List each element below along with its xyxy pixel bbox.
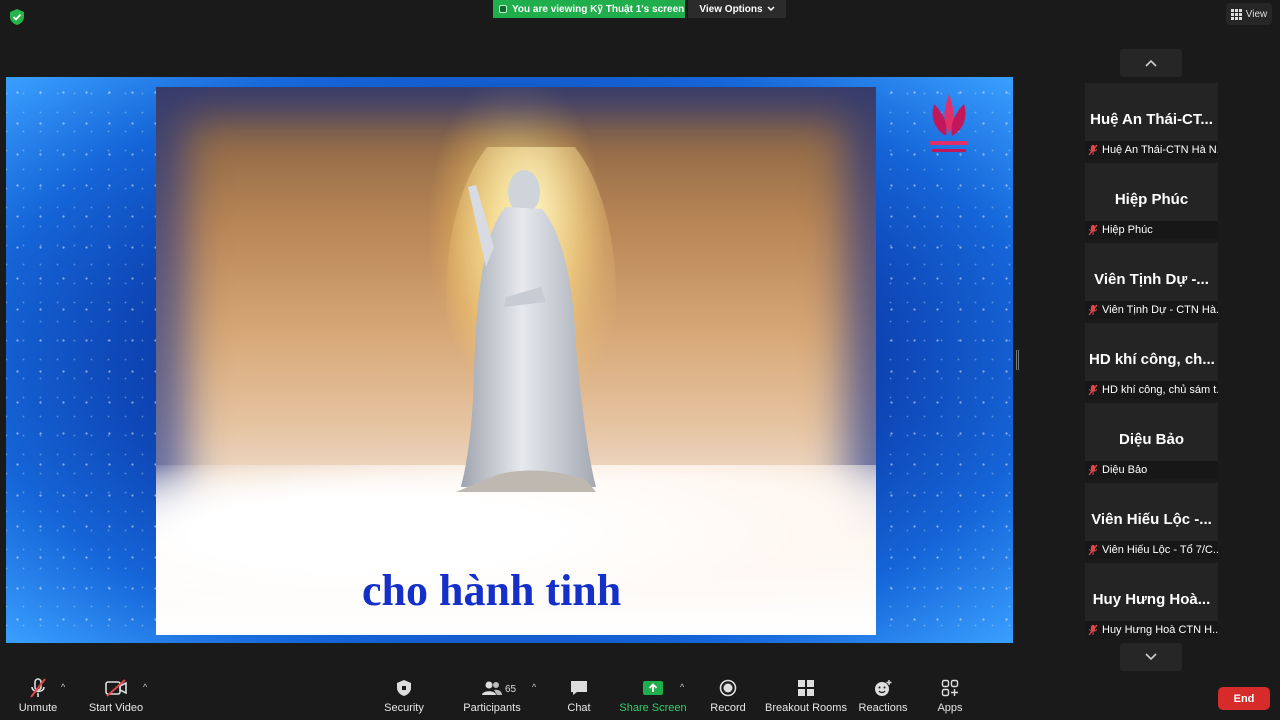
participant-tile[interactable]: Huy Hưng Hoà... Huy Hưng Hoà CTN H... bbox=[1085, 563, 1218, 639]
participant-tile[interactable]: Diệu Bảo Diệu Bảo bbox=[1085, 403, 1218, 479]
muted-mic-icon bbox=[1088, 224, 1098, 236]
share-options-caret-icon[interactable]: ^ bbox=[680, 682, 684, 692]
participant-display-name: Viên Tịnh Dự -... bbox=[1094, 271, 1209, 288]
muted-mic-icon bbox=[1088, 464, 1098, 476]
start-video-label: Start Video bbox=[88, 702, 144, 714]
chat-label: Chat bbox=[567, 702, 591, 714]
participant-name-bar: Huy Hưng Hoà CTN H... bbox=[1085, 621, 1218, 639]
chevron-down-icon bbox=[767, 6, 775, 12]
participant-name-bar: Viên Hiếu Lộc - Tổ 7/C... bbox=[1085, 541, 1218, 559]
view-layout-label: View bbox=[1245, 8, 1268, 20]
screen-share-indicator-icon bbox=[499, 5, 507, 13]
share-screen-icon bbox=[643, 681, 663, 695]
participant-display-name: HD khí công, ch... bbox=[1089, 351, 1215, 368]
encryption-shield-icon[interactable] bbox=[10, 9, 24, 25]
security-label: Security bbox=[384, 702, 424, 714]
panel-resize-handle[interactable] bbox=[1016, 350, 1019, 370]
participants-button[interactable]: Participants bbox=[462, 676, 522, 720]
muted-microphone-icon bbox=[30, 678, 46, 698]
gallery-scroll-down-button[interactable] bbox=[1120, 643, 1182, 671]
participant-display-name: Viên Hiếu Lộc -... bbox=[1091, 511, 1212, 528]
participants-options-caret-icon[interactable]: ^ bbox=[532, 682, 536, 692]
gallery-scroll-up-button[interactable] bbox=[1120, 49, 1182, 77]
record-button[interactable]: Record bbox=[708, 676, 748, 720]
statue-image bbox=[446, 147, 616, 492]
participant-name-bar: Huệ An Thái-CTN Hà N... bbox=[1085, 141, 1218, 159]
start-video-button[interactable]: Start Video bbox=[86, 676, 146, 720]
participant-name: Viên Hiếu Lộc - Tổ 7/C... bbox=[1102, 544, 1218, 556]
audio-options-caret-icon[interactable]: ^ bbox=[61, 682, 65, 692]
end-meeting-button[interactable]: End bbox=[1218, 687, 1270, 710]
unmute-button[interactable]: Unmute bbox=[14, 676, 62, 720]
participants-label: Participants bbox=[463, 702, 521, 714]
reactions-label: Reactions bbox=[858, 702, 908, 714]
security-button[interactable]: Security bbox=[380, 676, 428, 720]
participants-count: 65 bbox=[505, 684, 517, 695]
video-scene: cho hành tinh bbox=[156, 87, 876, 635]
grid-icon bbox=[1230, 8, 1242, 20]
record-label: Record bbox=[710, 702, 746, 714]
chat-bubble-icon bbox=[571, 681, 587, 695]
participant-name: Huệ An Thái-CTN Hà N... bbox=[1102, 144, 1218, 156]
viewing-screen-banner: You are viewing Kỹ Thuật 1's screen bbox=[493, 0, 685, 18]
muted-mic-icon bbox=[1088, 384, 1098, 396]
participant-tile[interactable]: Viên Tịnh Dự -... Viên Tịnh Dự - CTN Hà.… bbox=[1085, 243, 1218, 319]
muted-mic-icon bbox=[1088, 304, 1098, 316]
share-screen-label: Share Screen bbox=[619, 702, 687, 714]
muted-mic-icon bbox=[1088, 544, 1098, 556]
participant-display-name: Huy Hưng Hoà... bbox=[1092, 591, 1211, 608]
breakout-rooms-label: Breakout Rooms bbox=[765, 702, 847, 714]
apps-icon bbox=[941, 679, 959, 697]
participant-name-bar: Diệu Bảo bbox=[1085, 461, 1218, 479]
viewing-screen-text: You are viewing Kỹ Thuật 1's screen bbox=[512, 3, 685, 15]
security-shield-icon bbox=[397, 680, 411, 696]
chevron-up-icon bbox=[1145, 59, 1157, 67]
apps-button[interactable]: Apps bbox=[930, 676, 970, 720]
chat-button[interactable]: Chat bbox=[559, 676, 599, 720]
participant-name: Viên Tịnh Dự - CTN Hà... bbox=[1102, 304, 1218, 316]
muted-mic-icon bbox=[1088, 624, 1098, 636]
participant-name: HD khí công, chủ sám t... bbox=[1102, 384, 1218, 396]
zoom-meeting-window: You are viewing Kỹ Thuật 1's screen View… bbox=[0, 0, 1280, 720]
participant-tile[interactable]: Viên Hiếu Lộc -... Viên Hiếu Lộc - Tổ 7/… bbox=[1085, 483, 1218, 559]
shared-screen-view[interactable]: cho hành tinh bbox=[6, 77, 1013, 643]
unmute-label: Unmute bbox=[18, 702, 58, 714]
participant-name-bar: Hiệp Phúc bbox=[1085, 221, 1218, 239]
view-layout-button[interactable]: View bbox=[1226, 3, 1272, 25]
breakout-rooms-button[interactable]: Breakout Rooms bbox=[765, 676, 847, 720]
lotus-logo-icon bbox=[930, 94, 968, 152]
participant-name-bar: Viên Tịnh Dự - CTN Hà... bbox=[1085, 301, 1218, 319]
participant-display-name: Diệu Bảo bbox=[1118, 431, 1184, 448]
record-icon bbox=[719, 679, 737, 697]
participant-tile[interactable]: Hiệp Phúc Hiệp Phúc bbox=[1085, 163, 1218, 239]
share-screen-button[interactable]: Share Screen bbox=[619, 676, 687, 720]
participant-name: Huy Hưng Hoà CTN H... bbox=[1102, 624, 1218, 636]
video-off-icon bbox=[105, 679, 127, 697]
muted-mic-icon bbox=[1088, 144, 1098, 156]
reactions-emoji-icon bbox=[875, 680, 892, 696]
apps-label: Apps bbox=[937, 702, 963, 714]
breakout-rooms-icon bbox=[798, 680, 814, 696]
participant-display-name: Hiệp Phúc bbox=[1114, 191, 1189, 208]
participant-name: Diệu Bảo bbox=[1102, 464, 1148, 476]
view-options-button[interactable]: View Options bbox=[688, 0, 786, 18]
participants-icon bbox=[482, 681, 502, 695]
chevron-down-icon bbox=[1145, 653, 1157, 661]
end-meeting-label: End bbox=[1233, 692, 1255, 705]
video-options-caret-icon[interactable]: ^ bbox=[143, 682, 147, 692]
participant-tile[interactable]: HD khí công, ch... HD khí công, chủ sám … bbox=[1085, 323, 1218, 399]
subtitle-caption-text: cho hành tinh bbox=[362, 566, 622, 615]
view-options-label: View Options bbox=[699, 3, 763, 15]
meeting-toolbar: Unmute ^ Start Video ^ Security Particip… bbox=[0, 672, 1280, 720]
participant-name-bar: HD khí công, chủ sám t... bbox=[1085, 381, 1218, 399]
participant-display-name: Huệ An Thái-CT... bbox=[1090, 111, 1213, 128]
participant-tile[interactable]: Huệ An Thái-CT... Huệ An Thái-CTN Hà N..… bbox=[1085, 83, 1218, 159]
reactions-button[interactable]: Reactions bbox=[858, 676, 908, 720]
participant-name: Hiệp Phúc bbox=[1102, 224, 1153, 236]
